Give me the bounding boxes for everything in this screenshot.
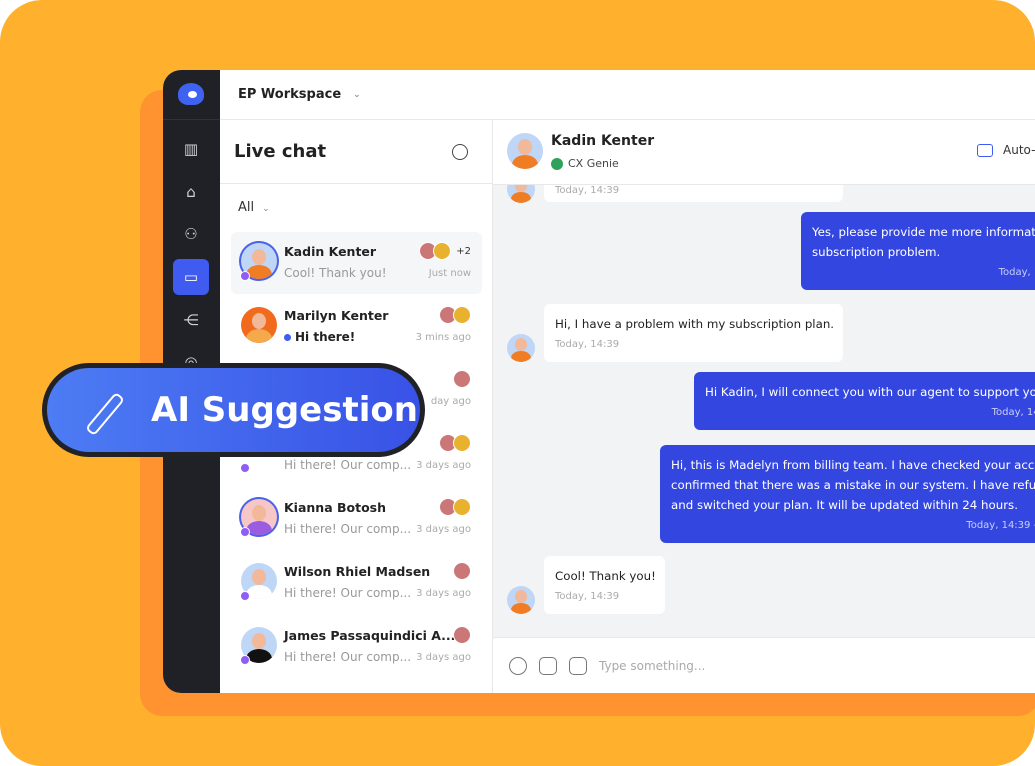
channel-label: CX Genie	[551, 157, 619, 170]
message-outgoing: Hi, this is Madelyn from billing team. I…	[660, 445, 1035, 543]
chevron-down-icon: ⌄	[353, 89, 361, 100]
agent-avatars	[453, 626, 471, 644]
message-incoming: Cool! Thank you! Today, 14:39	[544, 556, 665, 614]
message-outgoing: Hi Kadin, I will connect you with our ag…	[694, 372, 1035, 430]
message-preview: Hi there! Our comp...	[284, 586, 412, 600]
workflow-icon[interactable]: ⋲	[173, 302, 209, 338]
message-incoming: Hi, I have a problem with my subscriptio…	[544, 304, 843, 362]
list-item[interactable]: Kianna Botosh Hi there! Our comp... 3 da…	[231, 488, 482, 550]
contact-name: Wilson Rhiel Madsen	[284, 564, 431, 579]
message-time: Today, 14:39 - M	[966, 520, 1035, 531]
filter-dropdown[interactable]: All ⌄	[220, 184, 492, 232]
workspace-name: EP Workspace	[238, 87, 342, 102]
avatar	[241, 307, 277, 343]
badge-label: AI Suggestion	[151, 390, 418, 430]
bot-icon	[977, 143, 993, 157]
conversation-header: Kadin Kenter CX Genie Auto-	[493, 120, 1035, 185]
message-time: Today, 14:39	[555, 339, 620, 350]
extra-count: +2	[456, 245, 471, 257]
attachment-icon[interactable]	[509, 656, 527, 675]
agent-avatars	[453, 370, 471, 388]
divider	[163, 119, 220, 120]
auto-reply-toggle[interactable]: Auto-	[977, 143, 1035, 157]
timestamp: 3 days ago	[416, 524, 471, 535]
contact-name: Kadin Kenter	[551, 133, 655, 149]
messenger-icon	[240, 591, 250, 601]
emoji-icon[interactable]	[569, 656, 587, 675]
message-time: Today, 14:39	[555, 591, 620, 602]
timestamp: day ago	[430, 396, 471, 407]
analytics-icon[interactable]: ▥	[173, 131, 209, 167]
agent-avatars	[439, 434, 471, 452]
conversation-panel: Kadin Kenter CX Genie Auto- Today, 14:39…	[493, 120, 1035, 693]
message-preview: Cool! Thank you!	[284, 266, 387, 280]
message-time: Today, 14:39	[555, 185, 620, 196]
search-icon[interactable]	[452, 143, 468, 160]
avatar	[507, 586, 535, 614]
message-preview: Hi there! Our comp...	[284, 458, 412, 472]
timestamp: 3 mins ago	[415, 332, 471, 343]
contact-name: Kianna Botosh	[284, 500, 387, 515]
timestamp: 3 days ago	[416, 460, 471, 471]
ai-suggestion-badge: AI Suggestion	[42, 363, 425, 457]
avatar	[507, 334, 535, 362]
bot-icon[interactable]: ⌂	[173, 174, 209, 210]
logo-icon	[178, 83, 204, 105]
channel-icon	[551, 157, 563, 170]
edit-icon[interactable]	[539, 656, 557, 675]
list-item[interactable]: Marilyn Kenter Hi there! 3 mins ago	[231, 296, 482, 358]
agent-avatars	[439, 306, 471, 324]
messenger-icon	[240, 463, 250, 473]
workspace-selector[interactable]: EP Workspace ⌄	[220, 70, 1035, 120]
unread-dot	[284, 334, 291, 341]
message-outgoing: Yes, please provide me more informat subs…	[801, 212, 1035, 290]
page-title: Live chat	[234, 141, 327, 162]
message-preview: Hi there! Our comp...	[284, 522, 412, 536]
agent-avatars: +2	[419, 242, 471, 260]
message-preview: Hi there! Our comp...	[284, 650, 412, 664]
list-item[interactable]: Kadin Kenter Cool! Thank you! +2 Just no…	[231, 232, 482, 294]
messenger-icon	[240, 655, 250, 665]
messenger-icon	[240, 527, 250, 537]
agent-avatars	[453, 562, 471, 580]
message-time: Today, 14:	[998, 267, 1035, 278]
timestamp: 3 days ago	[416, 588, 471, 599]
chat-icon[interactable]: ▭	[173, 259, 209, 295]
timestamp: Just now	[428, 268, 471, 279]
list-item[interactable]: James Passaquindici A... Hi there! Our c…	[231, 616, 482, 678]
filter-value: All	[238, 200, 255, 215]
message-composer: Type something...	[493, 637, 1035, 693]
message-time: Today, 14:	[991, 407, 1035, 418]
messenger-icon	[240, 271, 250, 281]
contact-name: Marilyn Kenter	[284, 308, 389, 323]
contact-name: James Passaquindici A...	[284, 628, 456, 643]
chevron-down-icon: ⌄	[262, 204, 270, 214]
list-item[interactable]: Wilson Rhiel Madsen Hi there! Our comp..…	[231, 552, 482, 614]
avatar	[507, 133, 543, 169]
timestamp: 3 days ago	[416, 652, 471, 663]
message-preview: Hi there!	[284, 330, 355, 344]
contact-name: Kadin Kenter	[284, 244, 377, 259]
agent-avatars	[439, 498, 471, 516]
message-input[interactable]: Type something...	[599, 659, 705, 673]
magic-wand-icon	[81, 388, 125, 432]
users-icon[interactable]: ⚇	[173, 216, 209, 252]
